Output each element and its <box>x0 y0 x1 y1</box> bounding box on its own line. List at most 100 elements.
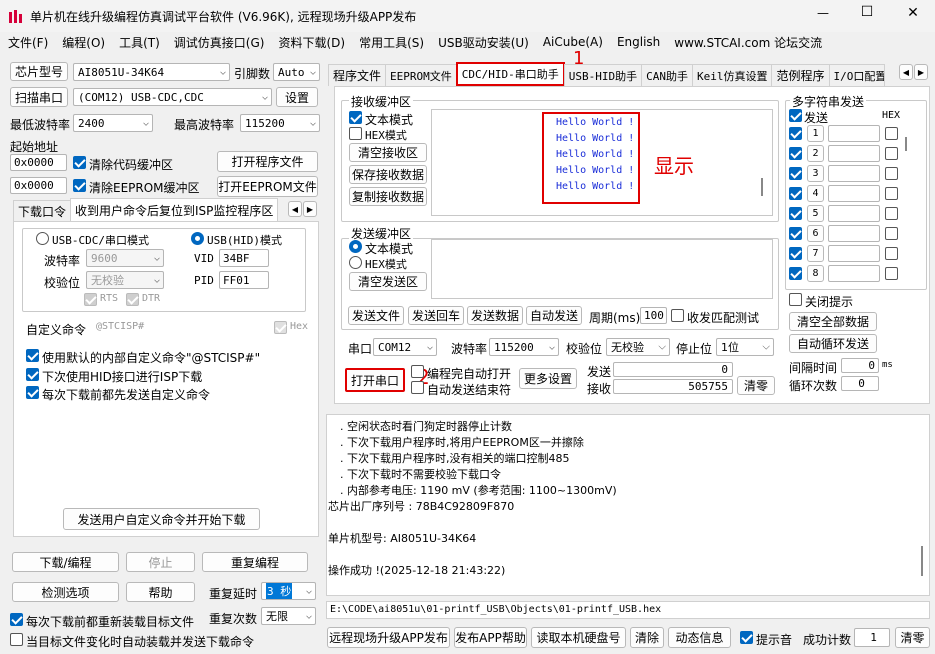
tx-text-area[interactable] <box>431 239 773 299</box>
close-button[interactable]: ✕ <box>898 5 928 21</box>
repeat-delay-select[interactable]: 3 秒 ⌵ <box>261 582 316 600</box>
multi-row-number-button[interactable]: 6 <box>807 225 824 242</box>
multi-row-hex-checkbox[interactable] <box>885 207 898 220</box>
multi-send-all-checkbox[interactable] <box>789 109 802 122</box>
menu-usb-driver[interactable]: USB驱动安装(U) <box>431 32 536 52</box>
clear-all-button[interactable]: 清空全部数据 <box>789 312 877 331</box>
save-rx-button[interactable]: 保存接收数据 <box>349 165 427 184</box>
open-eeprom-button[interactable]: 打开EEPROM文件 <box>217 176 318 197</box>
multi-row-send-checkbox[interactable] <box>789 247 802 260</box>
remote-publish-button[interactable]: 远程现场升级APP发布 <box>327 627 450 648</box>
clear-eeprom-checkbox[interactable] <box>73 179 86 192</box>
rx-hex-mode-checkbox[interactable] <box>349 127 362 140</box>
clear-success-button[interactable]: 清零 <box>895 627 930 648</box>
code-address-input[interactable]: 0x0000 <box>10 154 67 171</box>
tab-io-config[interactable]: I/O口配置 <box>828 64 885 86</box>
auto-loop-button[interactable]: 自动循环发送 <box>789 334 877 353</box>
rx-scrollbar[interactable] <box>761 178 763 196</box>
tab-scroll-left-button[interactable]: ◀ <box>288 201 302 217</box>
repeat-count-select[interactable]: 无限 ⌵ <box>261 607 316 625</box>
right-tab-scroll-right-button[interactable]: ▶ <box>914 64 928 80</box>
multi-row-hex-checkbox[interactable] <box>885 147 898 160</box>
multi-row-hex-checkbox[interactable] <box>885 167 898 180</box>
serial-port-select[interactable]: COM12 ⌵ <box>373 338 437 356</box>
multi-send-scrollbar[interactable] <box>905 137 907 151</box>
menu-debug[interactable]: 调试仿真接口(G) <box>167 32 272 52</box>
tab-keil[interactable]: Keil仿真设置 <box>691 64 773 86</box>
multi-row-hex-checkbox[interactable] <box>885 187 898 200</box>
pid-input[interactable]: FF01 <box>219 271 269 289</box>
vid-input[interactable]: 34BF <box>219 249 269 267</box>
custom-command-value[interactable]: @STCISP# <box>96 321 144 332</box>
multi-row-text-input[interactable] <box>828 145 880 162</box>
multi-row-number-button[interactable]: 5 <box>807 205 824 222</box>
multi-row-hex-checkbox[interactable] <box>885 247 898 260</box>
default-command-checkbox[interactable] <box>26 349 39 362</box>
reload-checkbox[interactable] <box>10 613 23 626</box>
multi-row-hex-checkbox[interactable] <box>885 127 898 140</box>
multi-row-send-checkbox[interactable] <box>789 167 802 180</box>
multi-row-send-checkbox[interactable] <box>789 267 802 280</box>
close-tip-checkbox[interactable] <box>789 293 802 306</box>
maximize-button[interactable]: ☐ <box>852 4 882 20</box>
send-custom-command-button[interactable]: 发送用户自定义命令并开始下载 <box>63 508 260 530</box>
usb-cdc-mode-radio[interactable] <box>36 232 49 245</box>
send-before-download-checkbox[interactable] <box>26 386 39 399</box>
menu-tools[interactable]: 工具(T) <box>112 32 167 52</box>
log-scrollbar[interactable] <box>921 546 923 576</box>
min-baud-select[interactable]: 2400 ⌵ <box>73 114 153 132</box>
multi-row-number-button[interactable]: 8 <box>807 265 824 282</box>
tab-isp-reset[interactable]: 收到用户命令后复位到ISP监控程序区 <box>70 198 279 222</box>
chip-model-select[interactable]: AI8051U-34K64 ⌵ <box>73 63 230 81</box>
settings-button[interactable]: 设置 <box>276 87 318 107</box>
scan-port-button[interactable]: 扫描串口 <box>10 87 68 107</box>
tx-hex-mode-radio[interactable] <box>349 256 362 269</box>
open-serial-button[interactable]: 打开串口 <box>345 368 405 392</box>
port-select[interactable]: (COM12) USB-CDC,CDC ⌵ <box>73 88 272 106</box>
multi-row-text-input[interactable] <box>828 165 880 182</box>
auto-send-end-checkbox[interactable] <box>411 381 424 394</box>
match-test-checkbox[interactable] <box>671 309 684 322</box>
multi-row-text-input[interactable] <box>828 205 880 222</box>
multi-row-text-input[interactable] <box>828 185 880 202</box>
auto-open-checkbox[interactable] <box>411 365 424 378</box>
multi-row-send-checkbox[interactable] <box>789 127 802 140</box>
multi-row-hex-checkbox[interactable] <box>885 227 898 240</box>
clear-tx-button[interactable]: 清空发送区 <box>349 272 427 291</box>
send-return-button[interactable]: 发送回车 <box>408 306 464 325</box>
right-tab-scroll-left-button[interactable]: ◀ <box>899 64 913 80</box>
sound-checkbox[interactable] <box>740 631 753 644</box>
auto-load-checkbox[interactable] <box>10 633 23 646</box>
multi-row-send-checkbox[interactable] <box>789 227 802 240</box>
multi-row-text-input[interactable] <box>828 125 880 142</box>
usb-hid-mode-radio[interactable] <box>191 232 204 245</box>
menu-file[interactable]: 文件(F) <box>1 32 55 52</box>
multi-row-send-checkbox[interactable] <box>789 187 802 200</box>
tab-eeprom-file[interactable]: EEPROM文件 <box>385 64 457 86</box>
read-disk-button[interactable]: 读取本机硬盘号 <box>531 627 626 648</box>
tab-scroll-right-button[interactable]: ▶ <box>303 201 317 217</box>
period-input[interactable]: 100 <box>640 307 667 324</box>
multi-row-hex-checkbox[interactable] <box>885 267 898 280</box>
more-settings-button[interactable]: 更多设置 <box>519 368 577 389</box>
multi-row-number-button[interactable]: 1 <box>807 125 824 142</box>
serial-baud-select[interactable]: 115200 ⌵ <box>489 338 559 356</box>
menu-download[interactable]: 资料下载(D) <box>271 32 352 52</box>
menu-common-tools[interactable]: 常用工具(S) <box>352 32 431 52</box>
serial-stop-select[interactable]: 1位 ⌵ <box>716 338 774 356</box>
clear-log-button[interactable]: 清除 <box>630 627 664 648</box>
multi-row-send-checkbox[interactable] <box>789 207 802 220</box>
tab-can[interactable]: CAN助手 <box>641 64 693 86</box>
minimize-button[interactable]: — <box>808 6 838 20</box>
clear-count-button[interactable]: 清零 <box>737 376 775 395</box>
auto-send-button[interactable]: 自动发送 <box>526 306 582 325</box>
eeprom-address-input[interactable]: 0x0000 <box>10 177 67 194</box>
copy-rx-button[interactable]: 复制接收数据 <box>349 187 427 206</box>
multi-row-number-button[interactable]: 3 <box>807 165 824 182</box>
serial-parity-select[interactable]: 无校验 ⌵ <box>606 338 670 356</box>
multi-row-number-button[interactable]: 4 <box>807 185 824 202</box>
interval-input[interactable]: 0 <box>841 358 879 373</box>
menu-english[interactable]: English <box>610 32 667 52</box>
rx-text-area[interactable]: Hello World ! Hello World ! Hello World … <box>431 109 773 216</box>
clear-rx-button[interactable]: 清空接收区 <box>349 143 427 162</box>
